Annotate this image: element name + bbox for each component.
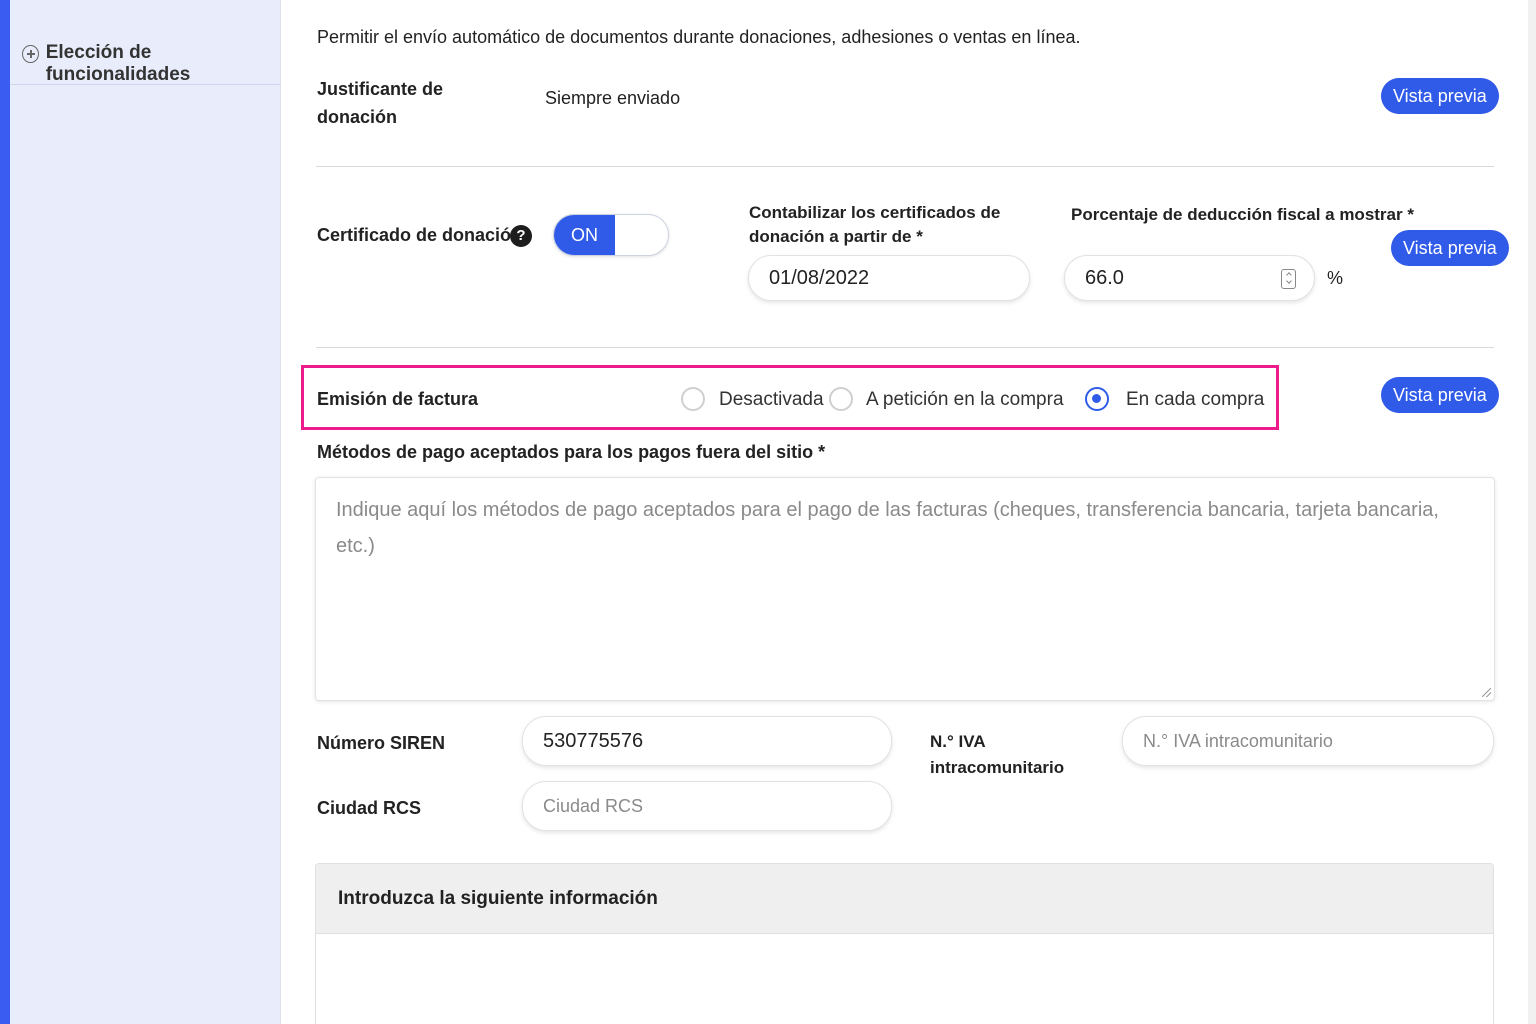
- page-scroll-edge: [1528, 0, 1536, 1024]
- vat-label: N.° IVA intracomunitario: [930, 732, 1065, 777]
- intro-text: Permitir el envío automático de document…: [317, 27, 1081, 47]
- radio-on-request[interactable]: [829, 387, 853, 411]
- invoice-preview-button[interactable]: Vista previa: [1381, 377, 1499, 413]
- deduction-value: 66.0: [1085, 266, 1124, 289]
- receipt-preview-button[interactable]: Vista previa: [1381, 78, 1499, 114]
- stepper-icon[interactable]: [1281, 269, 1296, 289]
- plus-circle-icon: [22, 45, 39, 63]
- sidebar: Elección de funcionalidades: [10, 0, 281, 1024]
- sidebar-item-label: Elección de funcionalidades: [45, 42, 191, 85]
- rcs-label: Ciudad RCS: [317, 798, 422, 818]
- payment-methods-placeholder: Indique aquí los métodos de pago aceptad…: [336, 499, 1439, 557]
- payment-methods-label: Métodos de pago aceptados para los pagos…: [317, 442, 826, 462]
- info-panel: Introduzca la siguiente información: [315, 863, 1494, 1024]
- certificate-toggle[interactable]: ON: [553, 214, 669, 256]
- sidebar-item-feature-selection[interactable]: Elección de funcionalidades: [10, 28, 281, 85]
- divider: [316, 347, 1494, 348]
- radio-every-purchase[interactable]: [1085, 387, 1109, 411]
- vat-input[interactable]: N.° IVA intracomunitario: [1122, 716, 1494, 766]
- receipt-label: Justificante de donación: [317, 79, 444, 127]
- info-panel-title: Introduzca la siguiente información: [316, 864, 1493, 934]
- count-from-label: Contabilizar los certificados de donació…: [749, 203, 1001, 246]
- divider: [316, 166, 1494, 167]
- certificate-label: Certificado de donación: [317, 225, 523, 245]
- radio-every-purchase-label[interactable]: En cada compra: [1126, 389, 1264, 411]
- toggle-on-label: ON: [554, 215, 615, 255]
- certificate-preview-button[interactable]: Vista previa: [1391, 230, 1509, 266]
- radio-on-request-label[interactable]: A petición en la compra: [866, 389, 1064, 411]
- radio-deactivated-label[interactable]: Desactivada: [719, 389, 824, 411]
- receipt-value: Siempre enviado: [545, 88, 681, 108]
- deduction-label: Porcentaje de deducción fiscal a mostrar…: [1071, 205, 1414, 224]
- payment-methods-textarea[interactable]: Indique aquí los métodos de pago aceptad…: [315, 477, 1495, 701]
- count-from-date-input[interactable]: 01/08/2022: [748, 255, 1030, 301]
- siren-input[interactable]: 530775576: [522, 716, 892, 766]
- deduction-unit: %: [1327, 268, 1344, 288]
- resize-handle-icon[interactable]: [1482, 688, 1491, 697]
- question-circle-icon[interactable]: ?: [510, 225, 532, 247]
- left-accent-bar: [0, 0, 10, 1024]
- deduction-percentage-input[interactable]: 66.0: [1064, 255, 1315, 301]
- radio-deactivated[interactable]: [681, 387, 705, 411]
- rcs-input[interactable]: Ciudad RCS: [522, 781, 892, 831]
- invoice-label: Emisión de factura: [317, 389, 479, 409]
- siren-label: Número SIREN: [317, 733, 446, 753]
